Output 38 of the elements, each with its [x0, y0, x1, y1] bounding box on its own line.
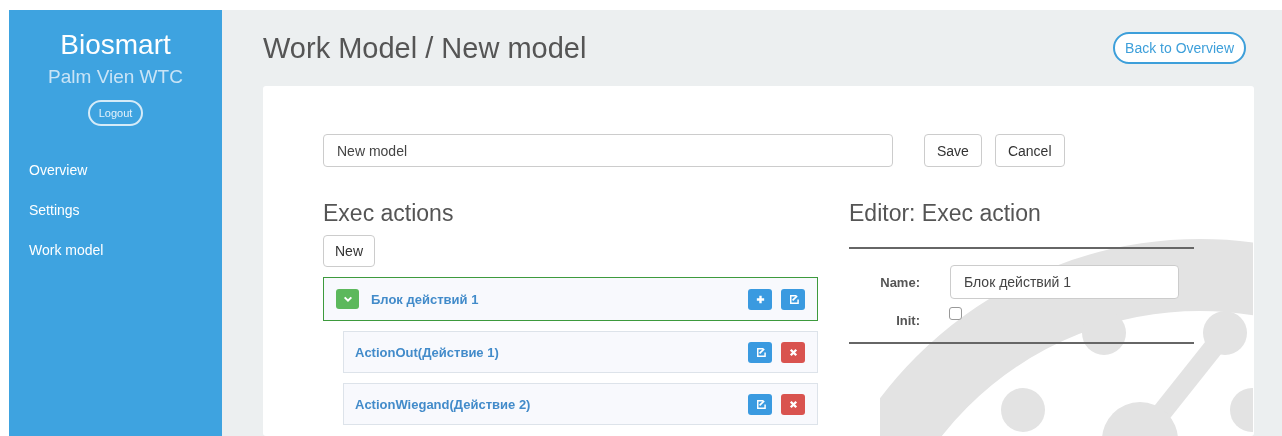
- init-checkbox[interactable]: [949, 307, 962, 320]
- name-label: Name:: [879, 274, 920, 290]
- chevron-down-icon: [342, 294, 353, 304]
- edit-icon: [754, 398, 766, 410]
- logout-button[interactable]: Logout: [87, 100, 144, 126]
- tree-node[interactable]: Блок действий 1: [323, 277, 818, 321]
- cancel-button[interactable]: Cancel: [994, 134, 1065, 167]
- toggle-button[interactable]: [336, 289, 359, 309]
- nav-link[interactable]: Settings: [29, 200, 80, 220]
- brand-name: Biosmart: [60, 28, 171, 62]
- edit-icon: [787, 293, 799, 305]
- edit-icon: [754, 346, 766, 358]
- name-field[interactable]: Блок действий 1: [950, 265, 1179, 299]
- item-label: Блок действий 1: [371, 291, 480, 307]
- nav-link[interactable]: Work model: [29, 240, 104, 260]
- delete-button[interactable]: [781, 393, 805, 415]
- close-icon: [787, 398, 799, 410]
- page-title: Work Model / New model: [263, 31, 587, 65]
- edit-button[interactable]: [781, 288, 805, 310]
- section-title: Exec actions: [323, 199, 455, 228]
- plus-icon: [754, 293, 766, 305]
- add-button[interactable]: [748, 288, 772, 310]
- edit-button[interactable]: [748, 341, 772, 363]
- item-label: ActionWiegand(Действие 2): [355, 396, 532, 412]
- nav-link[interactable]: Overview: [29, 160, 88, 180]
- tree-item[interactable]: ActionWiegand(Действие 2): [343, 383, 818, 425]
- init-label: Init:: [895, 313, 920, 328]
- model-name-field[interactable]: New model: [323, 134, 893, 167]
- delete-button[interactable]: [781, 341, 805, 363]
- close-icon: [787, 346, 799, 358]
- new-button[interactable]: New: [323, 235, 375, 267]
- edit-button[interactable]: [748, 393, 772, 415]
- save-button[interactable]: Save: [924, 134, 982, 167]
- site-name: Palm Vien WTC: [48, 66, 183, 88]
- editor-title: Editor: Exec action: [849, 199, 1042, 228]
- item-label: ActionOut(Действие 1): [355, 344, 500, 360]
- tree-item[interactable]: ActionOut(Действие 1): [343, 331, 818, 373]
- back-button[interactable]: Back to Overview: [1113, 32, 1246, 64]
